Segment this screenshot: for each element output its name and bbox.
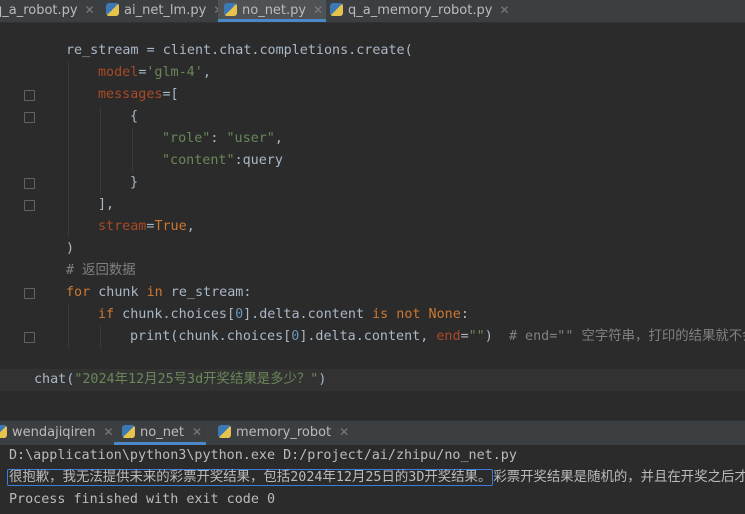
console-exit-message: Process finished with exit code 0: [9, 492, 276, 507]
python-file-icon: [106, 3, 119, 16]
code-line: model='glm-4',: [0, 62, 745, 84]
code-text: ].delta.content,: [299, 329, 437, 344]
python-run-icon: [122, 425, 135, 438]
run-console[interactable]: D:\application\python3\python.exe D:/pro…: [0, 445, 745, 514]
tab-label: q_a_robot.py: [0, 3, 78, 18]
editor-tab-bar: q_a_robot.py✕ ai_net_lm.py✕ no_net.py✕ q…: [0, 0, 745, 23]
tab-run-memory-robot[interactable]: memory_robot ✕: [218, 421, 349, 445]
code-line: ): [0, 238, 745, 260]
code-text: ],: [98, 197, 115, 212]
code-text: chat(: [34, 372, 75, 387]
code-text: ,: [202, 65, 211, 80]
code-comment: # end="" 空字符串，打印的结果就不会: [508, 329, 745, 344]
code-text: ,: [274, 131, 283, 146]
tab-label: memory_robot: [236, 425, 332, 440]
tab-label: ai_net_lm.py: [124, 3, 207, 18]
keyword: if: [98, 307, 115, 322]
code-line: # 返回数据: [0, 260, 745, 282]
code-line: stream=True,: [0, 216, 745, 238]
code-text: re_stream = client.chat.completions.crea…: [66, 43, 413, 58]
code-line: if chunk.choices[0].delta.content is not…: [0, 304, 745, 326]
close-icon[interactable]: ✕: [85, 3, 95, 17]
panel-separator: [0, 395, 745, 420]
number-literal: 0: [235, 307, 244, 322]
code-editor[interactable]: re_stream = client.chat.completions.crea…: [0, 23, 745, 395]
code-line: for chunk in re_stream:: [0, 282, 745, 304]
code-comment: # 返回数据: [66, 263, 136, 278]
fold-marker-icon[interactable]: [24, 332, 35, 343]
tab-label: no_net: [140, 425, 185, 440]
code-line: }: [0, 172, 745, 194]
string-literal: "content": [162, 153, 235, 168]
code-text: :: [210, 131, 227, 146]
code-text: ): [318, 372, 327, 387]
param-stream: stream: [98, 219, 147, 234]
param-end: end: [436, 329, 461, 344]
code-text: chunk.choices[: [114, 307, 236, 322]
code-text: chunk: [90, 285, 147, 300]
python-file-icon: [224, 3, 237, 16]
console-output: 很抱歉，我无法提供未来的彩票开奖结果，包括2024年12月25日的3D开奖结果。…: [7, 467, 745, 489]
code-text: =: [460, 329, 469, 344]
keyword: True: [154, 219, 187, 234]
python-run-icon: [218, 425, 231, 438]
code-text: print(chunk.choices[: [130, 329, 292, 344]
close-icon[interactable]: ✕: [192, 425, 202, 439]
fold-marker-icon[interactable]: [24, 178, 35, 189]
keyword: is not None: [372, 307, 461, 322]
tab-run-no-net[interactable]: no_net ✕: [114, 421, 206, 445]
close-icon[interactable]: ✕: [313, 3, 323, 17]
fold-marker-icon[interactable]: [24, 288, 35, 299]
code-text: }: [130, 175, 139, 190]
code-line: {: [0, 106, 745, 128]
keyword: in: [146, 285, 163, 300]
console-output-rest: 彩票开奖结果是随机的，并且在开奖之后才能知: [493, 470, 745, 485]
console-command: D:\application\python3\python.exe D:/pro…: [9, 448, 517, 463]
fold-marker-icon[interactable]: [24, 200, 35, 211]
string-literal: 'glm-4': [146, 65, 203, 80]
python-file-icon: [330, 3, 343, 16]
string-literal: "user": [226, 131, 275, 146]
string-literal: "2024年12月25号3d开奖结果是多少？": [74, 372, 319, 387]
tab-q-a-memory-robot[interactable]: q_a_memory_robot.py ✕: [330, 0, 510, 22]
close-icon[interactable]: ✕: [499, 3, 509, 17]
tab-q-a-robot[interactable]: q_a_robot.py ✕: [0, 0, 102, 22]
code-line: "content":query: [0, 150, 745, 172]
python-run-icon: [0, 425, 7, 438]
tab-no-net[interactable]: no_net.py ✕: [218, 0, 326, 22]
fold-marker-icon[interactable]: [24, 90, 35, 101]
code-line: chat("2024年12月25号3d开奖结果是多少？"): [0, 369, 745, 391]
tab-label: q_a_memory_robot.py: [348, 3, 493, 18]
code-text: re_stream:: [162, 285, 252, 300]
code-text: :: [460, 307, 469, 322]
code-line: messages=[: [0, 84, 745, 106]
code-text: ): [484, 329, 509, 344]
selected-output[interactable]: 很抱歉，我无法提供未来的彩票开奖结果，包括2024年12月25日的3D开奖结果。: [7, 469, 494, 486]
tab-run-wendajiqiren[interactable]: wendajiqiren ✕: [0, 421, 114, 445]
code-line: "role": "user",: [0, 128, 745, 150]
param-model: model: [98, 65, 139, 80]
code-line: re_stream = client.chat.completions.crea…: [0, 40, 745, 62]
string-literal: "": [468, 329, 485, 344]
param-messages: messages: [98, 87, 163, 102]
code-text: :query: [234, 153, 283, 168]
string-literal: "role": [162, 131, 211, 146]
code-text: ): [66, 241, 75, 256]
tab-label: wendajiqiren: [12, 425, 96, 440]
tab-ai-net-lm[interactable]: ai_net_lm.py✕: [106, 0, 223, 22]
code-text: {: [130, 109, 139, 124]
code-text: ,: [186, 219, 195, 234]
run-tab-bar: wendajiqiren ✕ no_net ✕ memory_robot ✕: [0, 420, 745, 445]
code-line: print(chunk.choices[0].delta.content, en…: [0, 326, 745, 348]
code-line: ],: [0, 194, 745, 216]
fold-marker-icon[interactable]: [24, 112, 35, 123]
code-text: =[: [162, 87, 179, 102]
close-icon[interactable]: ✕: [103, 425, 113, 439]
close-icon[interactable]: ✕: [339, 425, 349, 439]
keyword: for: [66, 285, 91, 300]
code-text: ].delta.content: [243, 307, 373, 322]
tab-label: no_net.py: [242, 3, 307, 18]
